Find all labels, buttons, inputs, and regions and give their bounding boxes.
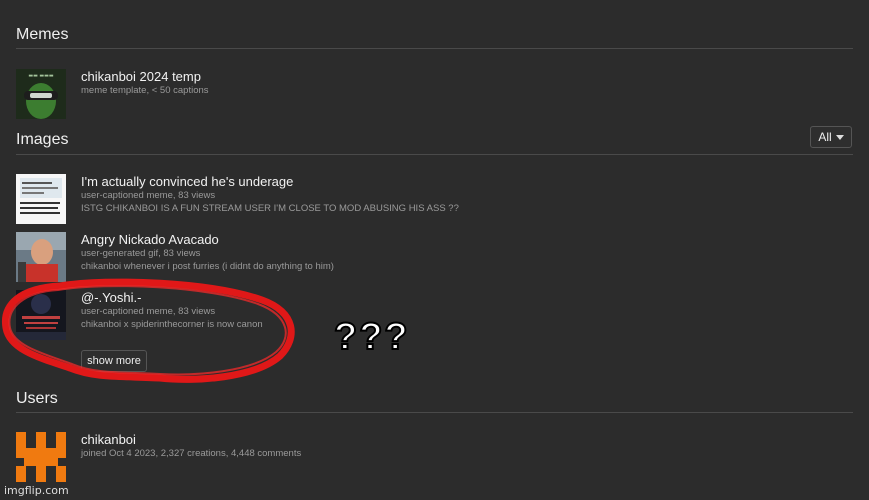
image-item[interactable]: I'm actually convinced he's underage use… <box>16 174 459 224</box>
meme-meta: meme template, < 50 captions <box>81 85 209 96</box>
image-item[interactable]: Angry Nickado Avacado user-generated gif… <box>16 232 334 282</box>
chevron-down-icon <box>835 134 844 140</box>
users-heading: Users <box>16 390 58 407</box>
image-thumbnail[interactable] <box>16 174 66 224</box>
text-meme-thumb-icon <box>16 174 66 224</box>
images-filter-dropdown[interactable]: All <box>810 126 852 148</box>
image-title[interactable]: Angry Nickado Avacado <box>81 232 334 247</box>
meme-item[interactable]: ▬▬ ▬▬▬ chikanboi 2024 temp meme template… <box>16 69 209 119</box>
divider <box>16 412 853 413</box>
divider <box>16 154 853 155</box>
meme-title[interactable]: chikanboi 2024 temp <box>81 69 209 84</box>
user-item[interactable]: chikanboi joined Oct 4 2023, 2,327 creat… <box>16 432 301 482</box>
image-meta: user-captioned meme, 83 views <box>81 306 216 317</box>
divider <box>16 48 853 49</box>
svg-text:▬▬ ▬▬▬: ▬▬ ▬▬▬ <box>28 73 53 79</box>
meme-thumbnail[interactable]: ▬▬ ▬▬▬ <box>16 69 66 119</box>
image-title[interactable]: @-.Yoshi.- <box>81 290 263 305</box>
dark-meme-thumb-icon <box>16 290 66 340</box>
image-title[interactable]: I'm actually convinced he's underage <box>81 174 459 189</box>
overlay-question-text: ??? <box>333 315 410 359</box>
image-description: ISTG CHIKANBOI IS A FUN STREAM USER I'M … <box>81 203 459 214</box>
image-meta: user-captioned meme, 83 views <box>81 190 216 201</box>
imgflip-watermark: imgflip.com <box>4 484 69 497</box>
filter-label: All <box>818 130 832 144</box>
user-name[interactable]: chikanboi <box>81 432 301 447</box>
images-heading: Images <box>16 131 69 148</box>
image-thumbnail[interactable] <box>16 290 66 340</box>
user-identicon-icon <box>16 432 66 482</box>
user-avatar[interactable] <box>16 432 66 482</box>
image-item[interactable]: @-.Yoshi.- user-captioned meme, 83 views… <box>16 290 263 340</box>
user-meta: joined Oct 4 2023, 2,327 creations, 4,44… <box>81 448 302 459</box>
image-description: chikanboi x spiderinthecorner is now can… <box>81 319 263 330</box>
image-meta: user-generated gif, 83 views <box>81 248 201 259</box>
show-more-button[interactable]: show more <box>81 350 147 372</box>
person-photo-thumb-icon <box>16 232 66 282</box>
image-description: chikanboi whenever i post furries (i did… <box>81 261 334 272</box>
memes-heading: Memes <box>16 26 69 43</box>
among-us-icon: ▬▬ ▬▬▬ <box>16 69 66 119</box>
image-thumbnail[interactable] <box>16 232 66 282</box>
